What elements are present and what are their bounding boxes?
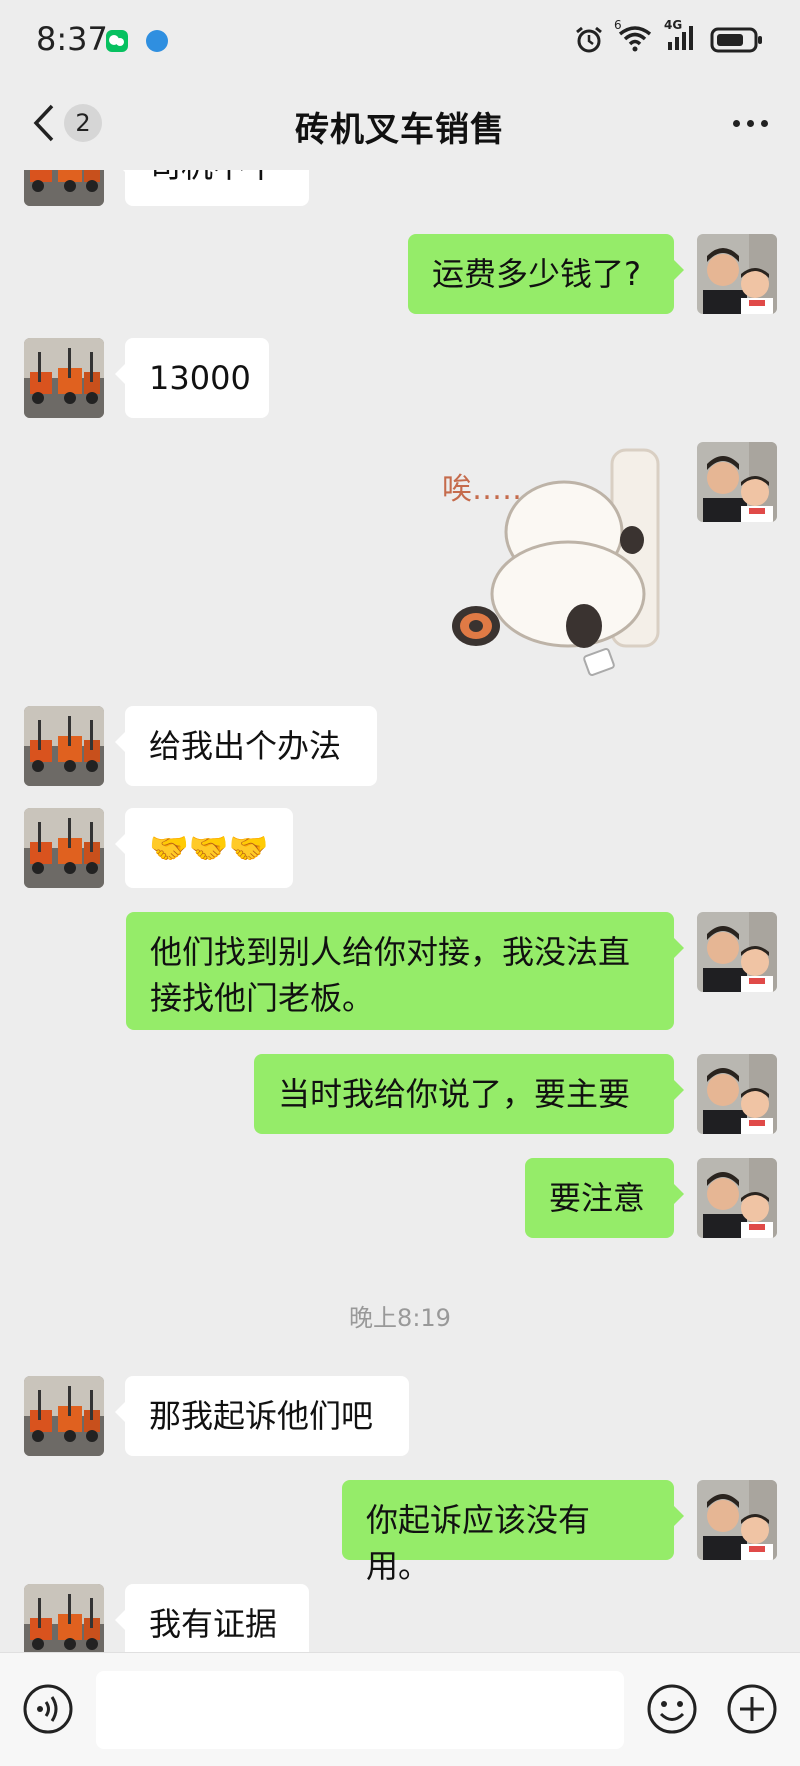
voice-icon (23, 1684, 73, 1734)
contact-avatar[interactable] (24, 170, 104, 206)
contact-avatar[interactable] (24, 1376, 104, 1456)
sticker-illustration (452, 448, 660, 676)
network-type: 4G (664, 18, 683, 32)
more-functions-button[interactable] (726, 1683, 778, 1739)
emoji-icon (647, 1684, 697, 1734)
my-avatar[interactable] (697, 1480, 777, 1560)
message-row: 司机不干 (0, 170, 800, 214)
incoming-message-bubble[interactable]: 给我出个办法 (115, 706, 377, 786)
incoming-message-bubble[interactable]: 13000 (115, 338, 269, 418)
contact-avatar[interactable] (24, 706, 104, 786)
message-input[interactable] (96, 1671, 624, 1749)
status-time: 8:37 (36, 20, 108, 58)
contact-avatar[interactable] (24, 808, 104, 888)
incoming-message-bubble[interactable]: 司机不干 (115, 170, 309, 206)
plus-icon (727, 1684, 777, 1734)
message-timestamp: 晚上8:19 (349, 1304, 451, 1332)
my-avatar[interactable] (697, 1054, 777, 1134)
outgoing-message-bubble[interactable]: 要注意 (525, 1158, 684, 1238)
outgoing-message-bubble[interactable]: 当时我给你说了，要主要 (254, 1054, 684, 1134)
battery-icon (710, 27, 762, 53)
emoji-button[interactable] (646, 1683, 698, 1739)
incoming-message-bubble[interactable]: 🤝🤝🤝 (115, 808, 293, 888)
alarm-icon (576, 26, 602, 53)
outgoing-message-bubble[interactable]: 他们找到别人给你对接，我没法直接找他门老板。 (126, 912, 684, 1030)
chat-header: 2 砖机叉车销售 (0, 84, 800, 170)
my-avatar[interactable] (697, 912, 777, 992)
sim-index: 6 (614, 18, 622, 32)
my-avatar[interactable] (697, 234, 777, 314)
cellular-signal-icon: 4G (664, 18, 696, 56)
status-bar: 8:37 6 4G (0, 0, 800, 84)
wifi-icon: 6 (614, 18, 652, 56)
my-avatar[interactable] (697, 1158, 777, 1238)
voice-button[interactable] (22, 1683, 74, 1739)
panda-sticker[interactable]: 唉…… (436, 440, 672, 680)
chat-input-bar (0, 1652, 800, 1766)
more-icon[interactable] (733, 120, 768, 127)
my-avatar[interactable] (697, 442, 777, 522)
app-notification-icon (146, 30, 168, 52)
outgoing-message-bubble[interactable]: 运费多少钱了? (408, 234, 684, 314)
contact-avatar[interactable] (24, 338, 104, 418)
incoming-message-bubble[interactable]: 那我起诉他们吧 (115, 1376, 409, 1456)
outgoing-message-bubble[interactable]: 你起诉应该没有用。 (342, 1480, 684, 1585)
wechat-notification-icon (106, 30, 128, 52)
chat-title: 砖机叉车销售 (295, 110, 505, 150)
